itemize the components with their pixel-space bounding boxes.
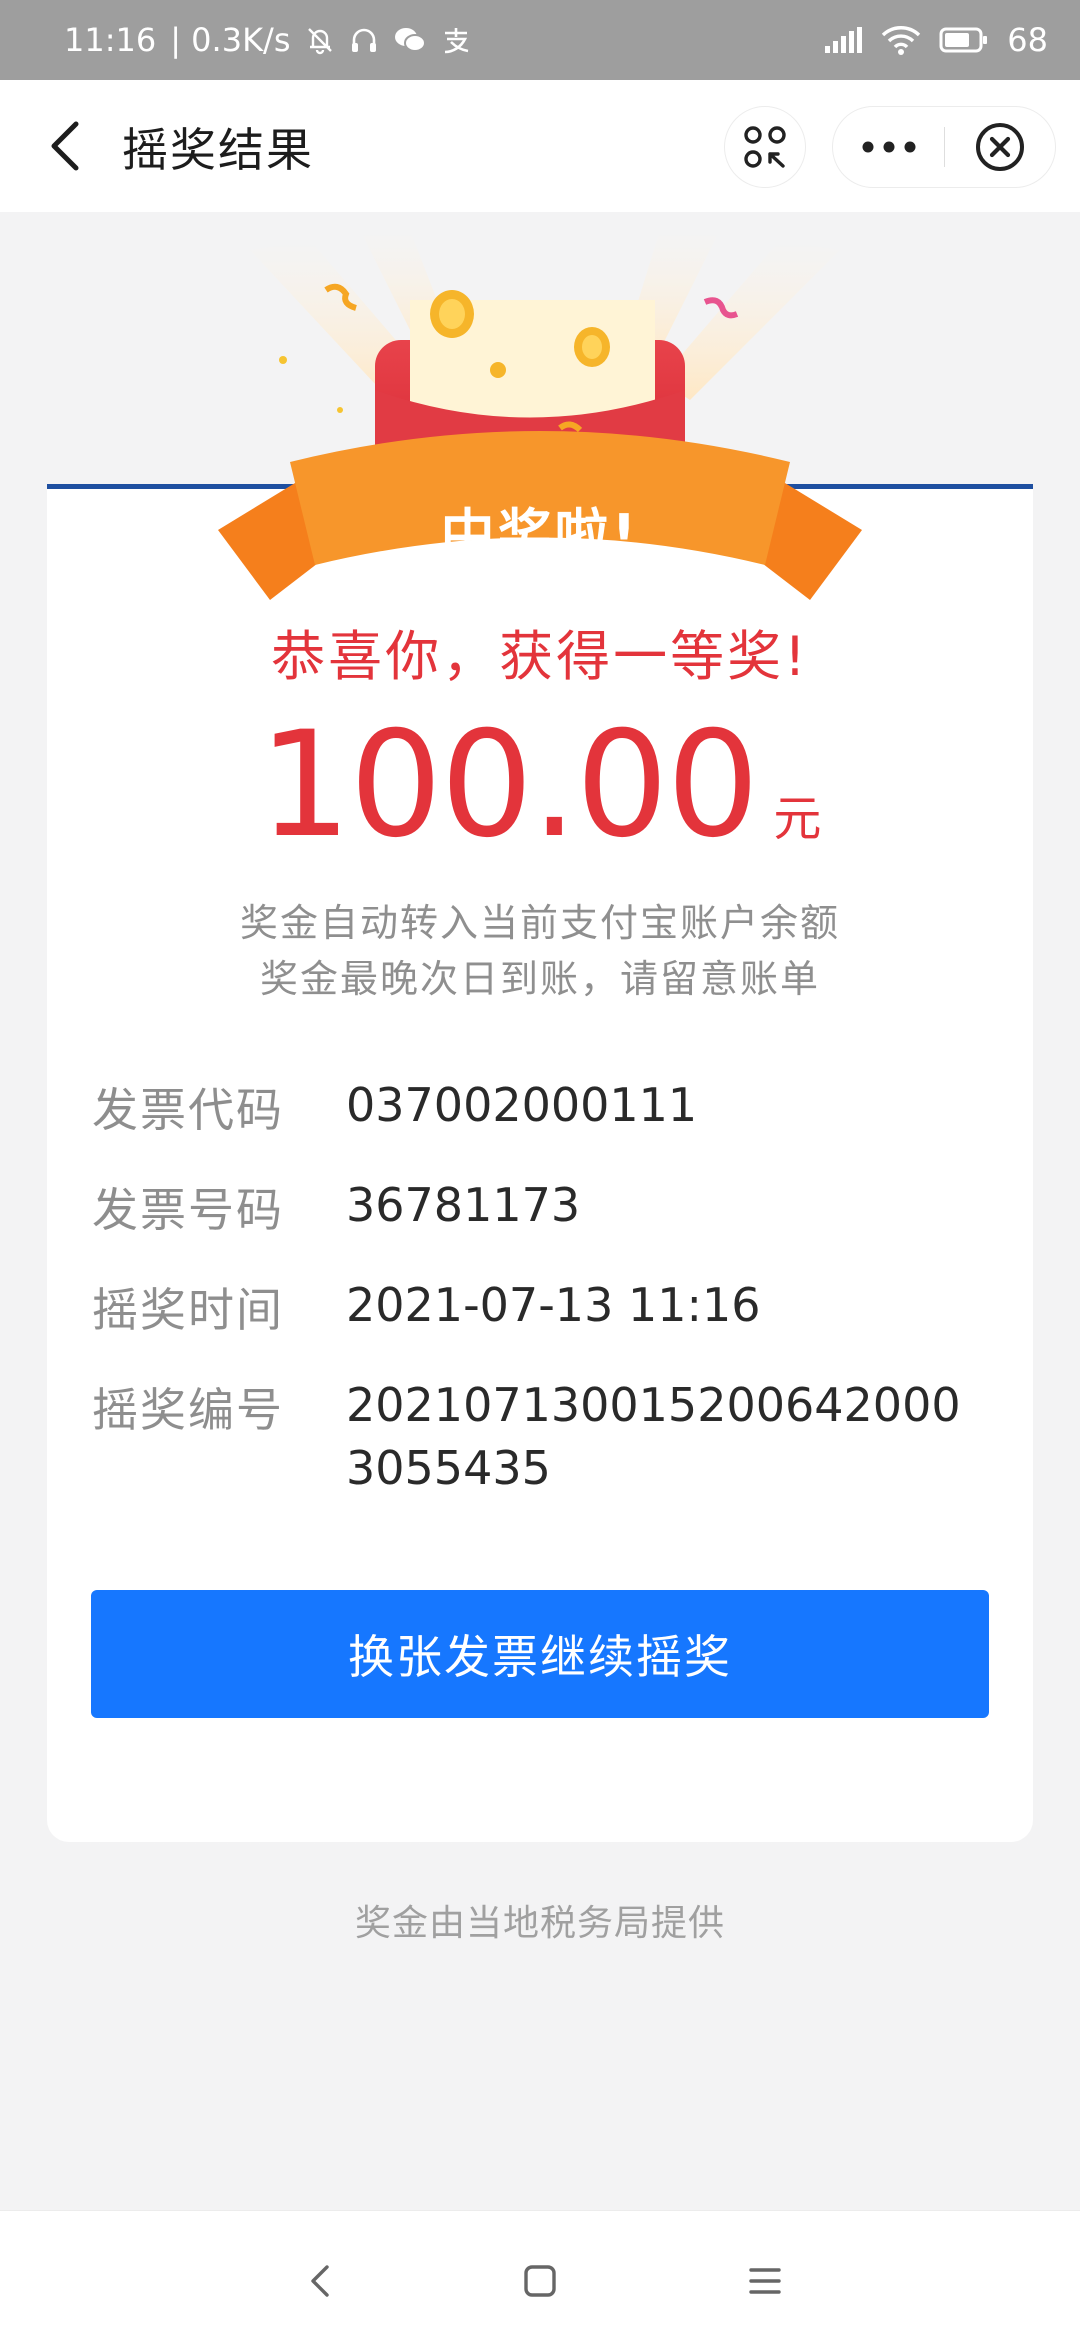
menu-capsule xyxy=(832,106,1056,188)
detail-value: 2021-07-13 11:16 xyxy=(346,1278,761,1332)
detail-label: 发票号码 xyxy=(92,1183,284,1237)
detail-row: 发票号码 36781173 xyxy=(92,1174,992,1240)
close-circle-icon xyxy=(976,123,1024,171)
detail-value: 2021071300152006420003055435 xyxy=(346,1378,961,1495)
detail-label: 摇奖编号 xyxy=(92,1383,284,1437)
wifi-icon xyxy=(881,25,921,55)
signal-icon xyxy=(823,26,863,54)
detail-row: 发票代码 037002000111 xyxy=(92,1074,992,1140)
alipay-icon xyxy=(441,25,471,55)
title-bar: 摇奖结果 xyxy=(0,80,1080,212)
headset-icon xyxy=(349,25,379,55)
continue-lottery-button[interactable]: 换张发票继续摇奖 xyxy=(91,1590,989,1718)
battery-icon xyxy=(939,26,989,54)
status-bar: 11:16 | 0.3K/s 68 xyxy=(0,0,1080,80)
detail-value: 36781173 xyxy=(346,1178,581,1232)
ribbon-text: 中奖啦! xyxy=(440,503,640,566)
detail-value: 037002000111 xyxy=(346,1078,698,1132)
back-button[interactable] xyxy=(36,116,96,176)
system-nav-bar xyxy=(0,2210,1080,2340)
detail-label: 发票代码 xyxy=(92,1083,284,1137)
detail-label: 摇奖时间 xyxy=(92,1283,284,1337)
congrats-headline: 恭喜你，获得一等奖! xyxy=(271,625,809,688)
nav-home-icon xyxy=(524,2265,556,2297)
prize-amount-row: 100.00 元 xyxy=(0,700,1080,870)
nav-menu-button[interactable] xyxy=(735,2251,795,2311)
nav-back-icon xyxy=(311,2265,329,2297)
nav-menu-icon xyxy=(749,2268,781,2294)
status-right: 68 xyxy=(823,21,1048,59)
status-time: 11:16 xyxy=(64,21,157,59)
detail-row: 摇奖时间 2021-07-13 11:16 xyxy=(92,1274,992,1340)
scan-icon xyxy=(744,126,786,168)
page-title: 摇奖结果 xyxy=(122,123,314,177)
more-icon xyxy=(862,141,915,153)
provider-note: 奖金由当地税务局提供 xyxy=(354,1903,725,1944)
prize-unit: 元 xyxy=(773,791,822,847)
scan-button[interactable] xyxy=(724,106,806,188)
prize-amount: 100.00 xyxy=(258,700,760,870)
transfer-note-1: 奖金自动转入当前支付宝账户余额 xyxy=(239,901,840,945)
chevron-left-icon xyxy=(51,121,79,171)
battery-level: 68 xyxy=(1007,21,1048,59)
card-scalloped-edge xyxy=(47,1834,1033,1852)
network-speed: | 0.3K/s xyxy=(170,21,291,59)
close-button[interactable] xyxy=(945,106,1055,188)
more-button[interactable] xyxy=(833,106,944,188)
nav-back-button[interactable] xyxy=(290,2251,350,2311)
wechat-icon xyxy=(393,25,427,55)
detail-row: 摇奖编号 2021071300152006420003055435 xyxy=(92,1374,992,1499)
status-left: 11:16 | 0.3K/s xyxy=(64,21,471,59)
nav-home-button[interactable] xyxy=(510,2251,570,2311)
bell-off-icon xyxy=(305,25,335,55)
transfer-note-2: 奖金最晚次日到账，请留意账单 xyxy=(259,957,820,1001)
